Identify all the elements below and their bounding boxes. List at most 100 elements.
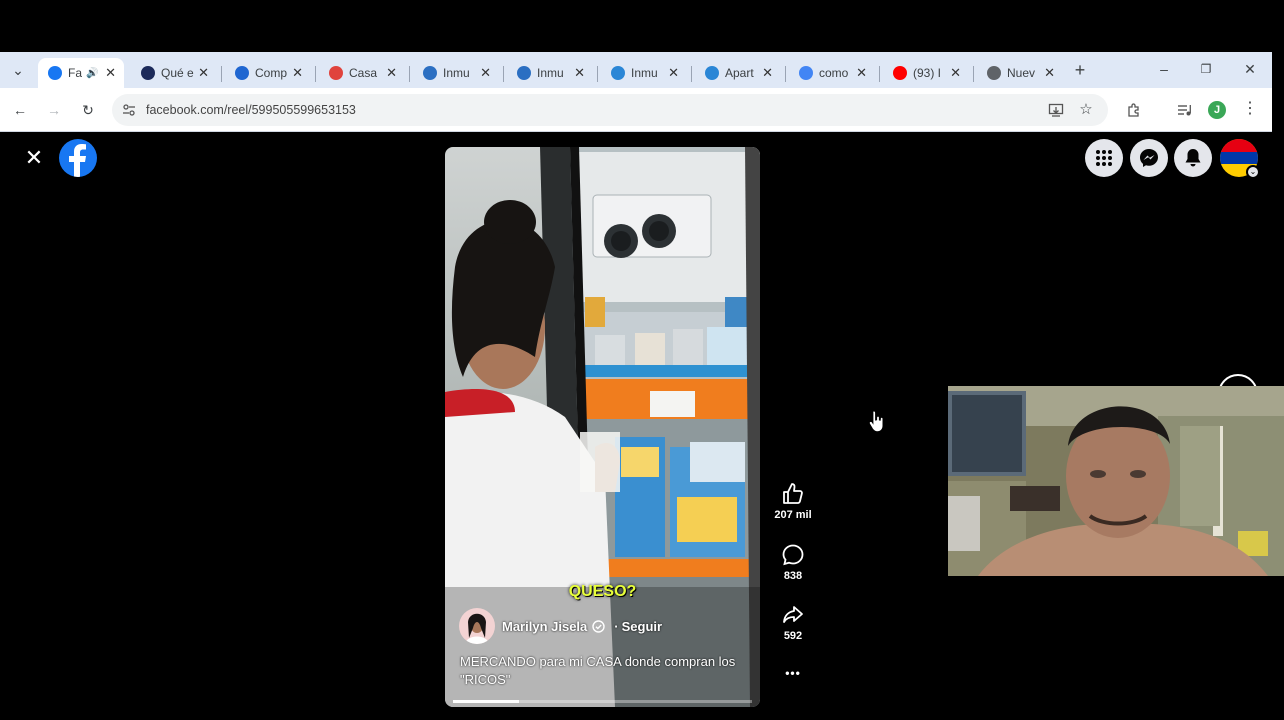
browser-tab[interactable]: Inmu ✕ — [507, 58, 593, 88]
share-icon[interactable] — [781, 603, 805, 627]
browser-menu-icon[interactable]: ⋮ — [1242, 99, 1258, 119]
facebook-logo-icon[interactable] — [59, 139, 97, 177]
more-options-icon[interactable]: ••• — [768, 666, 818, 680]
tab-audio-icon[interactable]: 🔊 — [86, 68, 98, 79]
messenger-button[interactable] — [1130, 139, 1168, 177]
tab-close-icon[interactable]: ✕ — [480, 65, 491, 81]
install-app-icon[interactable] — [1048, 102, 1064, 118]
tab-separator — [691, 66, 692, 82]
tab-favicon-icon — [705, 66, 719, 80]
tab-close-icon[interactable]: ✕ — [198, 65, 209, 81]
address-bar-row: ← → ↻ facebook.com/reel/599505599653153 … — [0, 88, 1272, 132]
tab-favicon-icon — [799, 66, 813, 80]
tab-favicon-icon — [893, 66, 907, 80]
browser-tab[interactable]: como ✕ — [789, 58, 875, 88]
tab-close-icon[interactable]: ✕ — [386, 65, 397, 81]
extensions-icon[interactable] — [1126, 102, 1142, 118]
comment-icon[interactable] — [781, 543, 805, 567]
progress-track[interactable] — [453, 700, 752, 703]
hand-cursor-icon — [868, 410, 884, 433]
tab-favicon-icon — [141, 66, 155, 80]
tab-favicon-icon — [235, 66, 249, 80]
omnibox[interactable]: facebook.com/reel/599505599653153 ☆ — [112, 94, 1108, 126]
bell-icon — [1185, 149, 1201, 167]
tab-label: Inmu — [537, 66, 564, 80]
comment-action[interactable]: 838 — [768, 543, 818, 582]
reel-description: MERCANDO para mi CASA donde compran los … — [460, 654, 736, 687]
tab-separator — [409, 66, 410, 82]
tab-favicon-icon — [48, 66, 62, 80]
browser-tab[interactable]: Casa ✕ — [319, 58, 405, 88]
tab-label: Fa — [68, 66, 82, 80]
tab-close-icon[interactable]: ✕ — [950, 65, 961, 81]
tab-label: Inmu — [443, 66, 470, 80]
tab-close-icon[interactable]: ✕ — [292, 65, 303, 81]
share-count: 592 — [783, 630, 803, 642]
tab-separator — [785, 66, 786, 82]
back-icon[interactable]: ← — [10, 100, 30, 120]
tab-label: Inmu — [631, 66, 658, 80]
tab-close-icon[interactable]: ✕ — [105, 65, 116, 81]
browser-tab[interactable]: Qué e ✕ — [131, 58, 217, 88]
progress-fill — [453, 700, 519, 703]
tab-close-icon[interactable]: ✕ — [1044, 65, 1055, 81]
media-controls-icon[interactable] — [1176, 102, 1192, 118]
tab-label: Comp — [255, 66, 288, 80]
browser-tab[interactable]: Comp ✕ — [225, 58, 311, 88]
tab-separator — [221, 66, 222, 82]
like-icon[interactable] — [781, 482, 805, 506]
tab-search-chevron-icon[interactable]: ⌄ — [8, 60, 28, 80]
browser-tab[interactable]: Apart ✕ — [695, 58, 781, 88]
tab-close-icon[interactable]: ✕ — [668, 65, 679, 81]
menu-grid-button[interactable] — [1085, 139, 1123, 177]
site-info-icon[interactable] — [122, 103, 136, 117]
restore-button[interactable]: ❐ — [1196, 59, 1216, 79]
tab-close-icon[interactable]: ✕ — [762, 65, 773, 81]
tab-favicon-icon — [987, 66, 1001, 80]
tab-separator — [315, 66, 316, 82]
url-text[interactable]: facebook.com/reel/599505599653153 — [146, 103, 356, 117]
notifications-button[interactable] — [1174, 139, 1212, 177]
tab-favicon-icon — [423, 66, 437, 80]
account-chevron-icon[interactable]: ⌄ — [1246, 165, 1260, 179]
reload-icon[interactable]: ↻ — [78, 100, 98, 120]
author-row: Marilyn Jisela · Seguir — [502, 619, 662, 634]
webcam-feed — [948, 386, 1284, 576]
browser-tab[interactable]: Inmu ✕ — [413, 58, 499, 88]
tab-favicon-icon — [517, 66, 531, 80]
forward-icon[interactable]: → — [44, 100, 64, 120]
tab-favicon-icon — [329, 66, 343, 80]
reel-video[interactable]: QUESO? Marilyn Jisela · Seguir MERCANDO … — [445, 147, 760, 707]
tab-label: Nuev — [1007, 66, 1036, 80]
bookmark-star-icon[interactable]: ☆ — [1076, 100, 1096, 120]
browser-tab[interactable]: (93) I ✕ — [883, 58, 969, 88]
follow-button[interactable]: Seguir — [622, 619, 662, 634]
tab-separator — [597, 66, 598, 82]
profile-avatar[interactable]: J — [1208, 101, 1226, 119]
browser-tab[interactable]: Fa 🔊 ✕ — [38, 58, 124, 88]
tab-close-icon[interactable]: ✕ — [574, 65, 585, 81]
tab-label: Qué e — [161, 66, 194, 80]
like-action[interactable]: 207 mil — [768, 482, 818, 521]
tab-label: (93) I — [913, 66, 942, 80]
close-reel-icon[interactable]: ✕ — [22, 146, 46, 170]
share-action[interactable]: 592 — [768, 603, 818, 642]
tab-close-icon[interactable]: ✕ — [856, 65, 867, 81]
messenger-icon — [1140, 149, 1158, 167]
author-name[interactable]: Marilyn Jisela — [502, 619, 587, 634]
browser-tab[interactable]: Nuev ✕ — [977, 58, 1063, 88]
like-count: 207 mil — [774, 509, 812, 521]
new-tab-button[interactable]: + — [1070, 60, 1090, 80]
webcam-overlay — [948, 386, 1284, 576]
tab-separator — [973, 66, 974, 82]
verified-badge-icon — [592, 620, 605, 633]
tab-favicon-icon — [611, 66, 625, 80]
browser-tab[interactable]: Inmu ✕ — [601, 58, 687, 88]
caption-overlay: QUESO? — [568, 583, 637, 600]
author-avatar[interactable] — [459, 608, 495, 644]
close-window-button[interactable]: ✕ — [1240, 59, 1260, 79]
minimize-button[interactable]: – — [1154, 59, 1174, 79]
tab-label: como — [819, 66, 849, 80]
account-avatar[interactable]: ⌄ — [1220, 139, 1260, 179]
separator-dot: · — [614, 619, 619, 634]
